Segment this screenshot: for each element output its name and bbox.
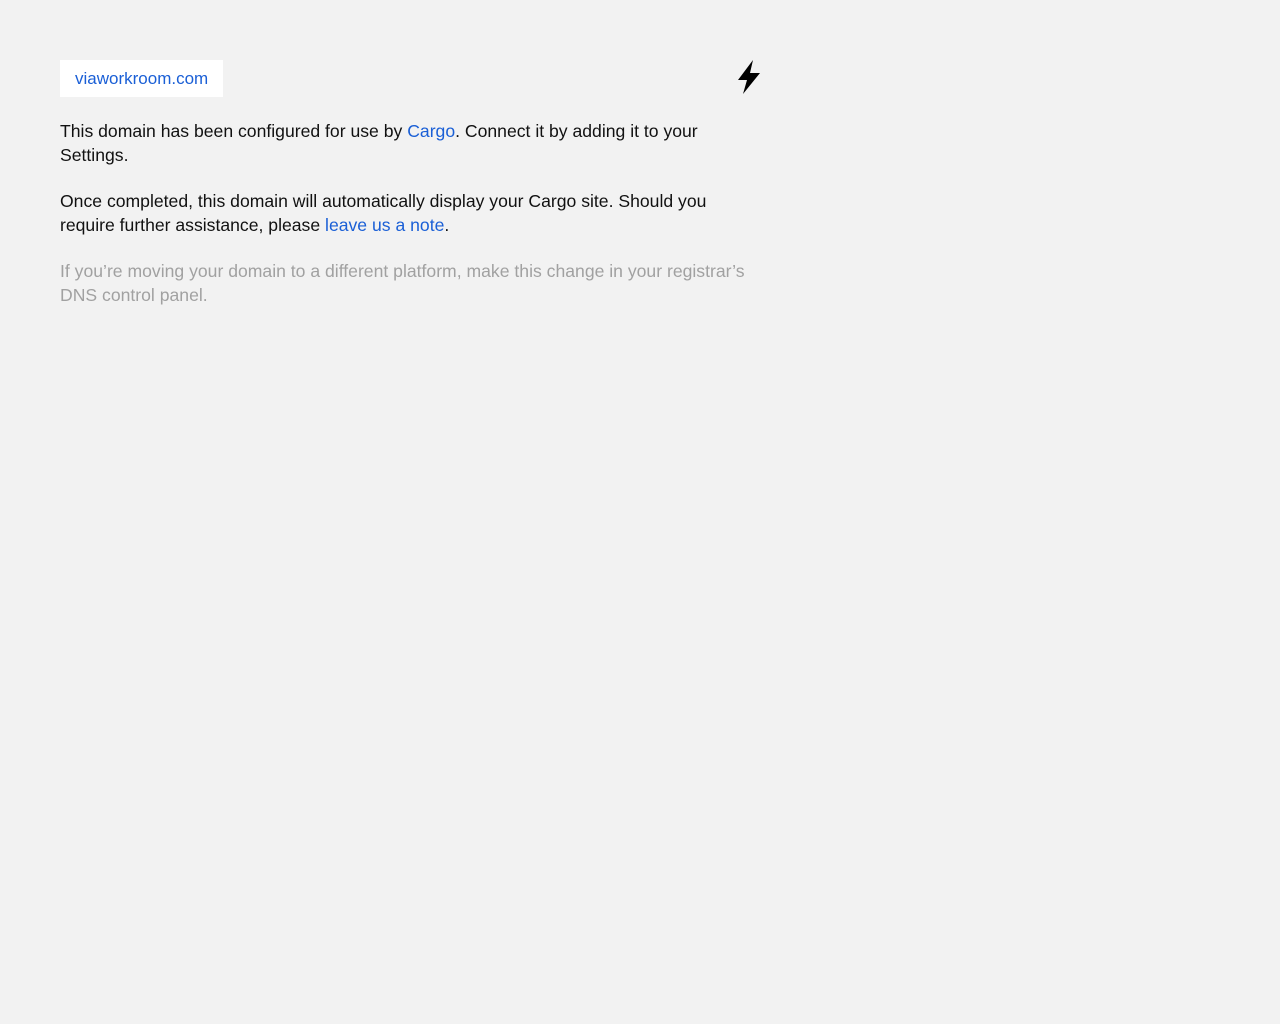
lightning-bolt-icon[interactable] (736, 59, 762, 95)
dns-note-paragraph: If you’re moving your domain to a differ… (60, 261, 745, 305)
configured-text: This domain has been configured for use … (60, 121, 408, 141)
message-body: This domain has been configured for use … (60, 120, 760, 330)
assistance-period: . (444, 214, 450, 235)
assistance-paragraph: Once completed, this domain will automat… (60, 190, 760, 237)
configured-paragraph: This domain has been configured for use … (60, 120, 760, 167)
leave-note-link[interactable]: leave us a note (325, 215, 444, 235)
cargo-link[interactable]: Cargo (407, 121, 455, 141)
domain-parking-page: viaworkroom.com This domain has been con… (0, 0, 1280, 1024)
domain-name-link[interactable]: viaworkroom.com (60, 60, 224, 97)
